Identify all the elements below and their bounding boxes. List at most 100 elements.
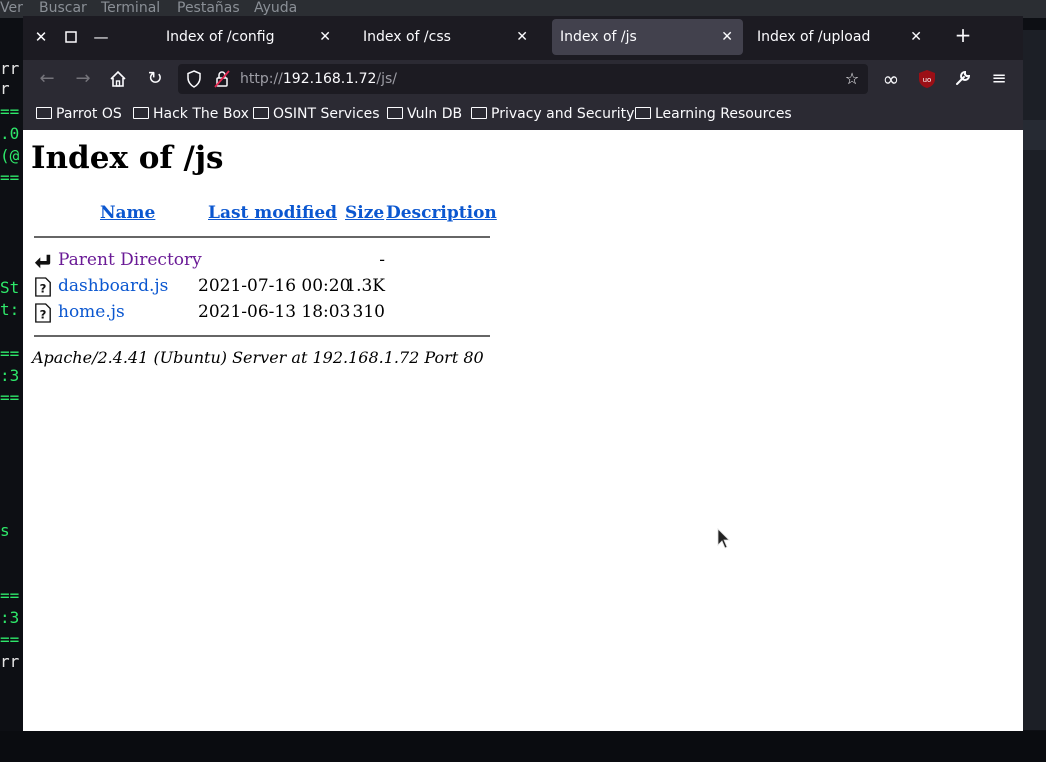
- parent-directory-link[interactable]: Parent Directory: [58, 250, 202, 270]
- table-row: ? dashboard.js 2021-07-16 00:20 1.3K: [34, 276, 494, 300]
- file-link-dashboard-js[interactable]: dashboard.js: [58, 276, 168, 296]
- server-signature: Apache/2.4.41 (Ubuntu) Server at 192.168…: [32, 348, 484, 367]
- bookmark-vuln-db[interactable]: Vuln DB: [387, 98, 462, 130]
- terminal-line: rr: [0, 59, 20, 78]
- table-row: Parent Directory -: [34, 250, 494, 274]
- tab-css[interactable]: Index of /css ✕: [350, 19, 538, 55]
- bookmark-privacy-and-security[interactable]: Privacy and Security: [471, 98, 634, 130]
- bookmark-osint-services[interactable]: OSINT Services: [253, 98, 380, 130]
- svg-text:?: ?: [40, 307, 47, 321]
- wrench-icon[interactable]: [953, 69, 973, 89]
- tab-title: Index of /js: [560, 29, 637, 45]
- close-tab-icon[interactable]: ✕: [721, 19, 733, 55]
- terminal-menu-buscar[interactable]: Buscar: [39, 0, 87, 17]
- terminal-line: :3: [0, 608, 20, 627]
- folder-icon: [635, 107, 651, 119]
- terminal-line: ==: [0, 168, 20, 187]
- home-icon[interactable]: [108, 69, 128, 89]
- tab-upload[interactable]: Index of /upload ✕: [744, 19, 932, 55]
- folder-icon: [133, 107, 149, 119]
- file-size: 1.3K: [345, 276, 385, 296]
- desktop-bottom: [0, 731, 1046, 762]
- url-host: 192.168.1.72: [282, 71, 377, 87]
- background-window-edge: [1023, 30, 1046, 730]
- hamburger-menu-icon[interactable]: ≡: [989, 69, 1009, 89]
- last-modified: 2021-07-16 00:20: [198, 276, 351, 296]
- page-content: Index of /js Name Last modified Size Des…: [23, 130, 1023, 731]
- tab-js[interactable]: Index of /js ✕: [552, 19, 743, 55]
- browser-window: ✕ — Index of /config ✕ Index of /css ✕ I…: [23, 16, 1023, 731]
- terminal-line: ==: [0, 388, 20, 407]
- tab-title: Index of /css: [363, 29, 451, 45]
- tab-bar: ✕ — Index of /config ✕ Index of /css ✕ I…: [23, 16, 1023, 60]
- bookmark-hack-the-box[interactable]: Hack The Box: [133, 98, 249, 130]
- file-size: -: [379, 250, 385, 270]
- close-tab-icon[interactable]: ✕: [319, 19, 331, 55]
- folder-icon: [36, 107, 52, 119]
- terminal-menu-ayuda[interactable]: Ayuda: [254, 0, 297, 17]
- terminal-line: ==: [0, 344, 20, 363]
- reload-icon[interactable]: ↻: [145, 69, 165, 89]
- folder-icon: [471, 107, 487, 119]
- sort-by-name-link[interactable]: Name: [100, 203, 155, 223]
- bookmark-label: OSINT Services: [273, 106, 380, 122]
- forward-arrow-icon[interactable]: →: [73, 69, 93, 89]
- unknown-file-icon: ?: [35, 277, 51, 297]
- terminal-line: (@: [0, 146, 20, 165]
- back-arrow-folder-icon: [34, 254, 51, 269]
- terminal-line: r: [0, 79, 10, 98]
- terminal-line: :3: [0, 366, 20, 385]
- terminal-line: .0: [0, 124, 20, 143]
- divider: [34, 335, 490, 337]
- tab-config[interactable]: Index of /config ✕: [153, 19, 341, 55]
- folder-icon: [387, 107, 403, 119]
- file-size: 310: [352, 302, 385, 322]
- url-path: /js/: [376, 71, 398, 87]
- terminal-output: rr r == .0 (@ == St t: == :3 == s == :3 …: [0, 55, 24, 735]
- last-modified: 2021-06-13 18:03: [198, 302, 351, 322]
- terminal-line: ==: [0, 102, 20, 121]
- insecure-lock-icon[interactable]: [212, 69, 232, 89]
- terminal-line: St: [0, 278, 20, 297]
- close-window-icon[interactable]: ✕: [32, 28, 50, 46]
- sort-by-size-link[interactable]: Size: [345, 203, 384, 223]
- file-link-home-js[interactable]: home.js: [58, 302, 125, 322]
- minimize-window-icon[interactable]: —: [92, 28, 110, 46]
- sort-by-modified-link[interactable]: Last modified: [208, 203, 337, 223]
- bookmark-parrot-os[interactable]: Parrot OS: [36, 98, 122, 130]
- terminal-line: t:: [0, 300, 20, 319]
- bookmark-learning-resources[interactable]: Learning Resources: [635, 98, 792, 130]
- close-tab-icon[interactable]: ✕: [516, 19, 528, 55]
- terminal-menu-ver[interactable]: Ver: [0, 0, 23, 17]
- terminal-line: ==: [0, 630, 20, 649]
- bookmark-label: Privacy and Security: [491, 106, 635, 122]
- bookmark-label: Hack The Box: [153, 106, 249, 122]
- shield-icon[interactable]: [184, 69, 204, 89]
- close-tab-icon[interactable]: ✕: [910, 19, 922, 55]
- navigation-toolbar: ← → ↻ http://192.168.1.72/js/ ☆ ∞ uo ≡: [23, 60, 1023, 98]
- bookmark-label: Learning Resources: [655, 106, 792, 122]
- url-text: http://192.168.1.72/js/: [240, 64, 397, 94]
- bookmarks-toolbar: Parrot OS Hack The Box OSINT Services Vu…: [23, 98, 1023, 130]
- bookmark-label: Parrot OS: [56, 106, 122, 122]
- svg-text:?: ?: [40, 281, 47, 295]
- bookmark-star-icon[interactable]: ☆: [842, 69, 862, 89]
- sort-by-description-link[interactable]: Description: [386, 203, 497, 223]
- terminal-menu-terminal[interactable]: Terminal: [101, 0, 160, 17]
- url-bar[interactable]: http://192.168.1.72/js/ ☆: [178, 64, 868, 94]
- ublock-origin-icon[interactable]: uo: [917, 69, 937, 89]
- terminal-line: rr: [0, 652, 20, 671]
- back-arrow-icon[interactable]: ←: [37, 69, 57, 89]
- private-mask-icon[interactable]: ∞: [881, 69, 901, 89]
- new-tab-icon[interactable]: +: [953, 25, 973, 45]
- mouse-cursor-icon: [717, 528, 730, 549]
- tab-title: Index of /upload: [757, 29, 871, 45]
- url-scheme: http://: [240, 71, 283, 87]
- terminal-line: ==: [0, 586, 20, 605]
- table-row: ? home.js 2021-06-13 18:03 310: [34, 302, 494, 326]
- tab-title: Index of /config: [166, 29, 275, 45]
- maximize-window-icon[interactable]: [62, 28, 80, 46]
- bookmark-label: Vuln DB: [407, 106, 463, 122]
- terminal-menu-pestanas[interactable]: Pestañas: [177, 0, 240, 17]
- svg-text:uo: uo: [923, 76, 932, 84]
